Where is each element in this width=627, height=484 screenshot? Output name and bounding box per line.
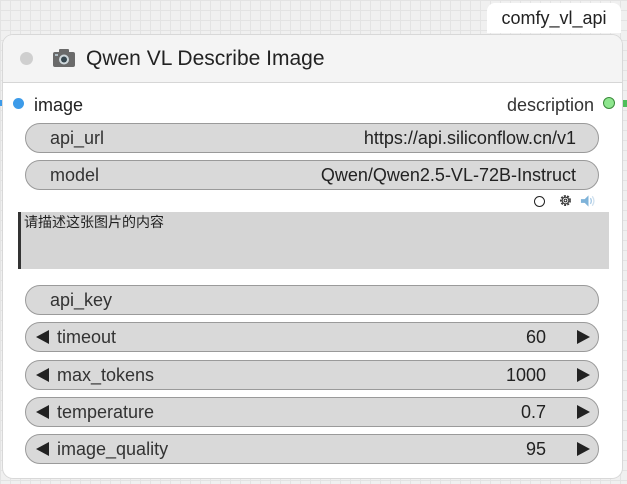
timeout-stepper[interactable]: timeout 60 — [25, 322, 599, 352]
model-field[interactable]: model Qwen/Qwen2.5-VL-72B-Instruct — [25, 160, 599, 190]
gear-icon[interactable] — [558, 193, 573, 208]
max-tokens-stepper[interactable]: max_tokens 1000 — [25, 360, 599, 390]
group-badge: comfy_vl_api — [487, 3, 621, 33]
circle-icon[interactable] — [534, 196, 545, 207]
temperature-stepper[interactable]: temperature 0.7 — [25, 397, 599, 427]
image-quality-increment-icon[interactable] — [577, 442, 590, 456]
max-tokens-label: max_tokens — [57, 365, 155, 385]
image-quality-decrement-icon[interactable] — [36, 442, 49, 456]
camera-icon — [53, 49, 75, 67]
node-titlebar[interactable]: Qwen VL Describe Image — [3, 35, 622, 83]
api-url-label: api_url — [50, 128, 105, 148]
api-url-field[interactable]: api_url https://api.siliconflow.cn/v1 — [25, 123, 599, 153]
description-output-label: description — [506, 95, 594, 115]
model-value: Qwen/Qwen2.5-VL-72B-Instruct — [320, 165, 576, 185]
description-output-slot[interactable] — [603, 97, 615, 109]
temperature-value: 0.7 — [520, 402, 546, 422]
timeout-increment-icon[interactable] — [577, 330, 590, 344]
timeout-value: 60 — [525, 327, 546, 347]
temperature-increment-icon[interactable] — [577, 405, 590, 419]
image-quality-stepper[interactable]: image_quality 95 — [25, 434, 599, 464]
max-tokens-decrement-icon[interactable] — [36, 368, 49, 382]
image-input-label: image — [34, 95, 84, 115]
temperature-label: temperature — [57, 402, 155, 422]
max-tokens-increment-icon[interactable] — [577, 368, 590, 382]
api-url-value: https://api.siliconflow.cn/v1 — [363, 128, 576, 148]
max-tokens-value: 1000 — [505, 365, 546, 385]
image-input-slot[interactable] — [13, 98, 24, 109]
qwen-vl-node[interactable]: Qwen VL Describe Image image description… — [3, 35, 622, 478]
prompt-textarea[interactable]: 请描述这张图片的内容 — [18, 212, 609, 269]
api-key-label: api_key — [50, 290, 113, 310]
timeout-label: timeout — [57, 327, 117, 347]
collapse-dot-icon[interactable] — [20, 52, 33, 65]
image-quality-label: image_quality — [57, 439, 169, 459]
image-quality-value: 95 — [525, 439, 546, 459]
timeout-decrement-icon[interactable] — [36, 330, 49, 344]
output-link-stub — [623, 100, 627, 107]
api-key-field[interactable]: api_key — [25, 285, 599, 315]
node-title: Qwen VL Describe Image — [86, 47, 325, 70]
temperature-decrement-icon[interactable] — [36, 405, 49, 419]
speaker-icon[interactable] — [580, 194, 597, 208]
model-label: model — [50, 165, 100, 185]
